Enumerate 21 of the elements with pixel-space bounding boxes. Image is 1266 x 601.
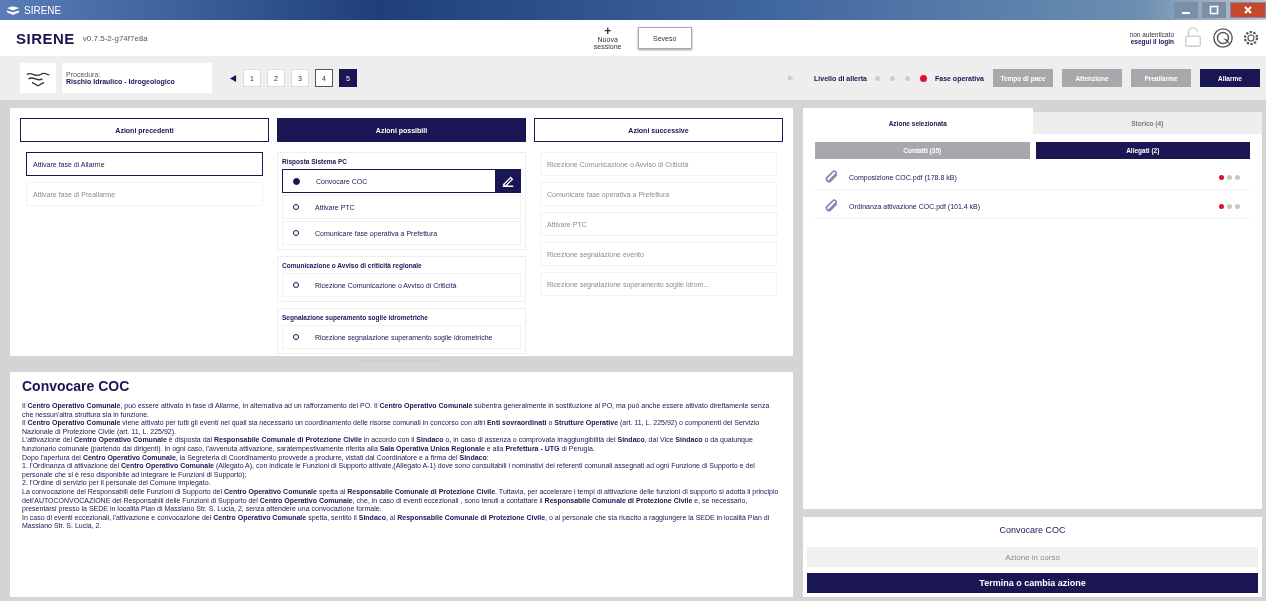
- edit-button[interactable]: [495, 170, 521, 192]
- maximize-button[interactable]: [1202, 2, 1226, 18]
- play-icon: [788, 75, 795, 81]
- close-button[interactable]: [1230, 2, 1266, 18]
- app-logo-icon: [6, 4, 20, 16]
- pen-icon: [501, 174, 515, 188]
- target-cursor-icon[interactable]: [1212, 27, 1234, 49]
- current-action-title: Convocare COC: [998, 524, 1067, 537]
- radio-icon: [293, 177, 300, 185]
- app-name: SIRENE: [16, 29, 75, 47]
- end-action-button[interactable]: Termina o cambia azione: [807, 573, 1258, 593]
- previous-arrow-icon[interactable]: [230, 74, 237, 82]
- minimize-icon: [1182, 12, 1190, 14]
- minimize-button[interactable]: [1174, 2, 1198, 18]
- maximize-icon: [1209, 5, 1219, 15]
- window-title: SIRENE: [24, 4, 62, 16]
- paperclip-icon: [825, 199, 839, 213]
- description-title: Convocare COC: [22, 378, 131, 394]
- version-label: v0.7.5-2-g74f7e8a: [82, 33, 148, 43]
- paperclip-icon: [825, 170, 839, 184]
- close-icon: [1243, 5, 1253, 15]
